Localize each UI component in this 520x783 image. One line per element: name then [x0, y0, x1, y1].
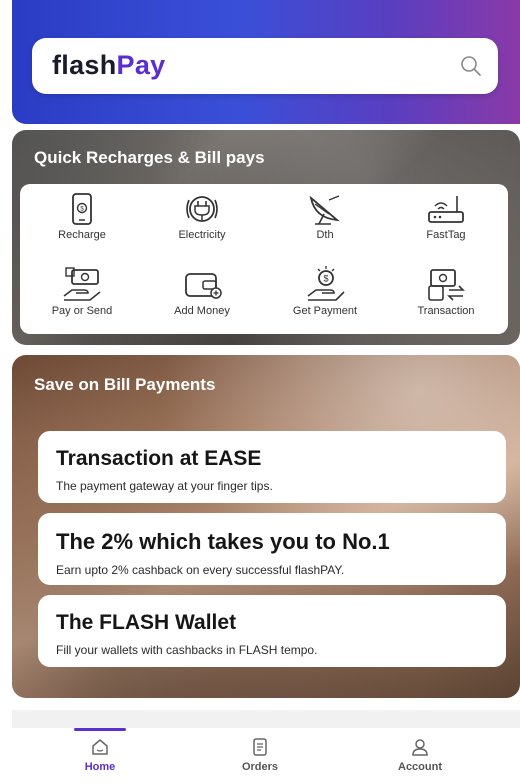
- wallet-add-icon: [185, 273, 222, 299]
- electricity-plug-icon: [186, 196, 218, 222]
- quick-item-dth[interactable]: Dth: [265, 192, 385, 241]
- nav-label: Home: [84, 761, 116, 773]
- bottom-separator: [12, 710, 520, 728]
- quick-item-recharge[interactable]: $ Recharge: [22, 192, 142, 241]
- mobile-recharge-icon: $: [72, 193, 92, 225]
- quick-item-label: Get Payment: [292, 305, 358, 317]
- brand-flash-text: flash: [52, 50, 117, 80]
- quick-item-label: Add Money: [174, 305, 230, 317]
- quick-actions-card: $ Recharge Electricity Dth FastTag Pay o…: [20, 184, 508, 334]
- promo-title: Transaction at EASE: [56, 447, 262, 470]
- orders-icon: [253, 738, 267, 756]
- router-tag-icon: [428, 196, 464, 223]
- search-icon[interactable]: [458, 53, 484, 79]
- nav-label: Orders: [241, 761, 279, 773]
- svg-text:$: $: [323, 274, 328, 284]
- promo-card[interactable]: Transaction at EASE The payment gateway …: [38, 431, 506, 503]
- quick-recharges-section: Quick Recharges & Bill pays $ Recharge E…: [12, 130, 520, 345]
- save-on-bills-title: Save on Bill Payments: [34, 375, 216, 394]
- hand-cash-icon: [63, 267, 101, 301]
- quick-item-fasttag[interactable]: FastTag: [386, 192, 506, 241]
- transaction-exchange-icon: [428, 269, 465, 301]
- account-icon: [412, 739, 428, 756]
- nav-home[interactable]: Home: [40, 728, 160, 773]
- quick-item-label: Pay or Send: [51, 305, 113, 317]
- save-on-bills-section: Save on Bill Payments Transaction at EAS…: [12, 355, 520, 698]
- nav-orders[interactable]: Orders: [200, 728, 320, 773]
- quick-item-add-money[interactable]: Add Money: [142, 266, 262, 317]
- quick-recharges-title: Quick Recharges & Bill pays: [34, 148, 265, 167]
- bottom-nav: Home Orders Account: [0, 728, 520, 783]
- promo-title: The FLASH Wallet: [56, 611, 237, 634]
- quick-item-label: Recharge: [58, 229, 106, 241]
- search-bar[interactable]: flashPay: [32, 38, 498, 94]
- quick-item-label: Transaction: [417, 305, 475, 317]
- quick-item-label: Dth: [316, 229, 334, 241]
- promo-subtitle: The payment gateway at your finger tips.: [56, 479, 273, 493]
- promo-subtitle: Earn upto 2% cashback on every successfu…: [56, 563, 345, 577]
- quick-item-electricity[interactable]: Electricity: [142, 192, 262, 241]
- quick-item-label: Electricity: [178, 229, 226, 241]
- brand-logo: flashPay: [52, 50, 165, 81]
- nav-label: Account: [398, 761, 442, 773]
- nav-account[interactable]: Account: [360, 728, 480, 773]
- home-icon: [92, 739, 108, 755]
- receive-coin-icon: $: [307, 266, 345, 301]
- quick-item-pay-or-send[interactable]: Pay or Send: [22, 266, 142, 317]
- quick-item-transaction[interactable]: Transaction: [386, 266, 506, 317]
- satellite-dish-icon: [309, 195, 340, 225]
- brand-pay-text: Pay: [116, 50, 166, 80]
- promo-subtitle: Fill your wallets with cashbacks in FLAS…: [56, 643, 318, 657]
- quick-item-get-payment[interactable]: $ Get Payment: [265, 266, 385, 317]
- quick-item-label: FastTag: [426, 229, 466, 241]
- promo-title: The 2% which takes you to No.1: [56, 529, 390, 554]
- promo-card[interactable]: The FLASH Wallet Fill your wallets with …: [38, 595, 506, 667]
- promo-card[interactable]: The 2% which takes you to No.1 Earn upto…: [38, 513, 506, 585]
